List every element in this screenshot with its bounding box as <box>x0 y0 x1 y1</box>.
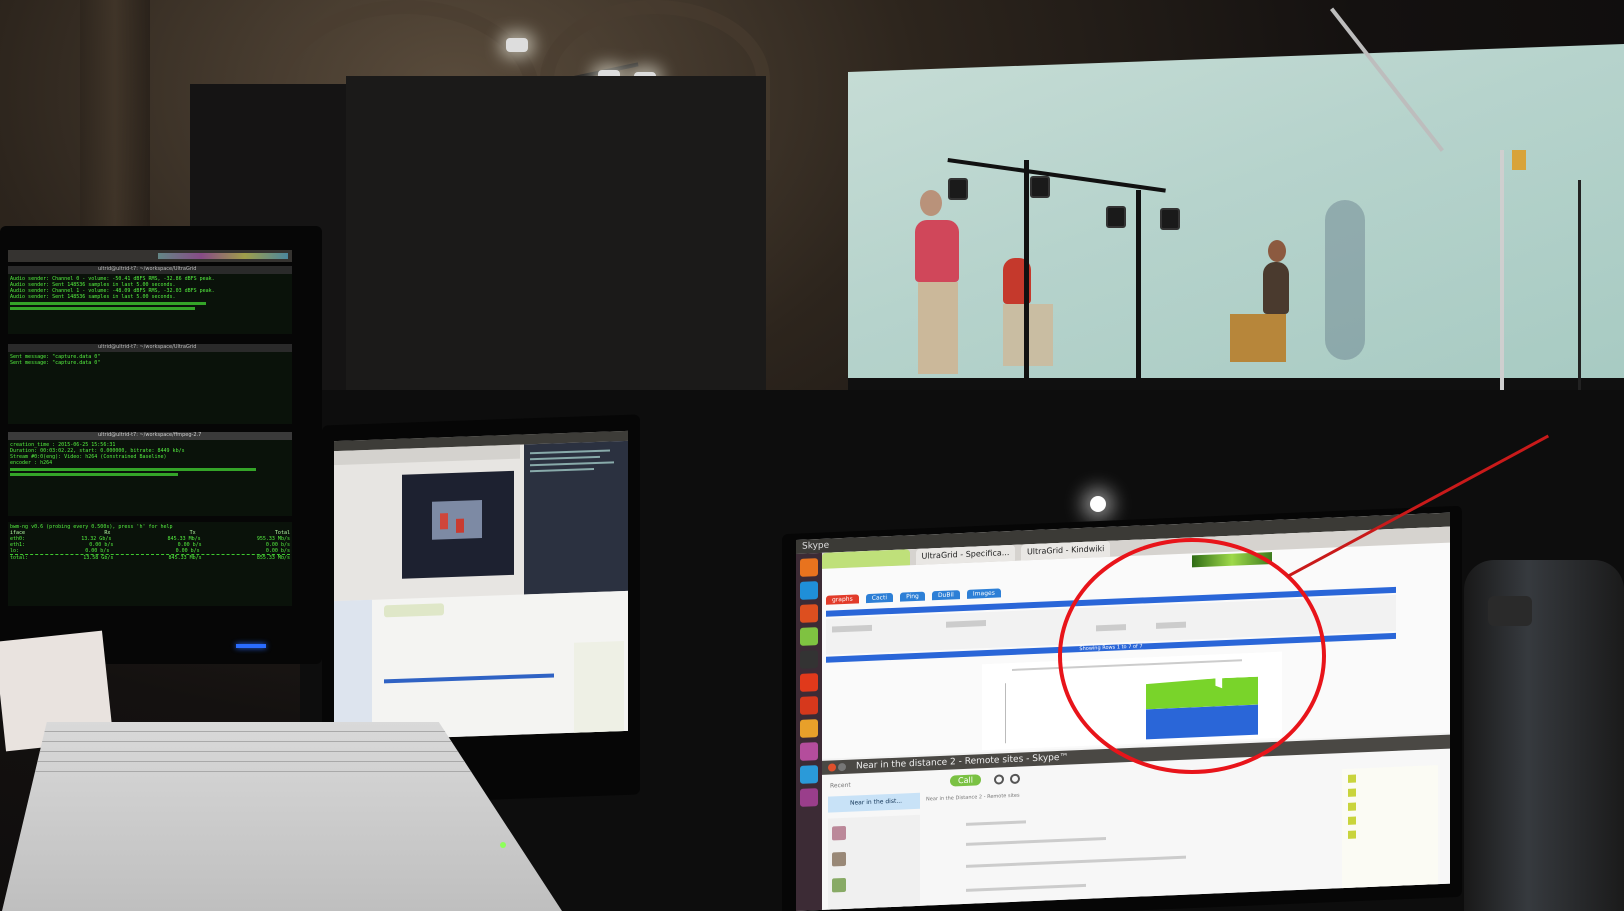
page-tab-dubil[interactable]: DuBil <box>931 590 960 601</box>
bottle-cap <box>1488 596 1532 626</box>
panel-app-name: Skype <box>802 540 830 552</box>
log-line <box>10 473 178 476</box>
selected-mail-row[interactable] <box>384 673 554 684</box>
graph-y-axis <box>982 683 1006 745</box>
settings-icon[interactable] <box>800 765 818 784</box>
workspaces-icon[interactable] <box>800 788 818 807</box>
video-preview[interactable] <box>402 470 514 579</box>
bwm-cell: lo: <box>10 548 20 554</box>
bwm-cell: 0.00 b/s <box>85 548 110 554</box>
log-panel[interactable] <box>524 440 628 595</box>
bwm-cell: 0.00 b/s <box>175 548 200 554</box>
recent-label: Recent <box>830 781 851 790</box>
files-icon[interactable] <box>800 604 818 623</box>
video-call-icon[interactable] <box>994 774 1004 785</box>
add-contact-icon[interactable] <box>1010 773 1020 785</box>
highlight-ring <box>1058 538 1326 774</box>
log-line: Audio sender: Sent 148536 samples in las… <box>10 294 176 300</box>
stage-spotlight <box>506 38 528 52</box>
avatar <box>832 877 846 893</box>
page-tab-graphs[interactable]: graphs <box>826 594 859 605</box>
tripod <box>1578 180 1581 410</box>
dancer-legs <box>918 282 958 374</box>
light-stand <box>1024 160 1029 380</box>
page-tab-images[interactable]: Images <box>966 588 1001 599</box>
black-flat <box>346 76 766 416</box>
mail-sidebar[interactable] <box>574 641 624 733</box>
bwm-row-total: total: 13.58 Gb/s 845.33 Mb/s 855.33 Mb/… <box>10 554 290 561</box>
laptop-screen <box>334 430 628 742</box>
panel-indicators <box>158 253 288 259</box>
browser-tab-graphs[interactable] <box>822 549 910 569</box>
ubuntu-panel <box>8 250 292 262</box>
log-line <box>10 307 195 310</box>
conversation-item-active[interactable]: Near in the dist... <box>828 792 920 813</box>
terminal-ffmpeg[interactable]: creation_time : 2015-06-25 15:56:31 Dura… <box>8 440 292 516</box>
dancer <box>1263 262 1289 314</box>
stage-light <box>1106 206 1126 228</box>
terminal-icon[interactable] <box>800 650 818 669</box>
contact-list[interactable] <box>828 814 920 911</box>
acrobat-icon[interactable] <box>800 696 818 715</box>
terminal-titlebar: ultrid@ultrid-t7: ~/workspace/UltraGrid <box>8 266 292 274</box>
bwm-cell: 845.33 Mb/s <box>168 555 202 561</box>
bwm-cell: 855.33 Mb/s <box>256 555 290 561</box>
terminal-title: ultrid@ultrid-t7: ~/workspace/ffmpeg-2.7 <box>98 432 202 438</box>
webcam-light <box>1090 496 1106 512</box>
participants-panel[interactable] <box>1342 765 1438 898</box>
filter-field[interactable] <box>946 620 986 628</box>
bwm-cell: 13.58 Gb/s <box>83 555 114 561</box>
media-icon[interactable] <box>800 742 818 761</box>
mic-clamp <box>1512 150 1526 170</box>
terminal-titlebar: ultrid@ultrid-t7: ~/workspace/UltraGrid <box>8 344 292 352</box>
terminal-audio-log[interactable]: Audio sender: Channel 0 - volume: -50.41… <box>8 274 292 334</box>
browser-tab[interactable]: UltraGrid - Specifica... <box>915 544 1016 565</box>
stage-light <box>1160 208 1180 230</box>
video-figure <box>456 518 464 533</box>
terminal-title: ultrid@ultrid-t7: ~/workspace/UltraGrid <box>98 344 197 350</box>
terminal-bandwidth-monitor[interactable]: bwm-ng v0.6 (probing every 0.500s), pres… <box>8 522 292 606</box>
dancer-head <box>1268 240 1286 262</box>
video-figure <box>440 513 448 530</box>
stage-light <box>1030 176 1050 198</box>
terminal-control[interactable]: Sent message: "capture.data 0" Sent mess… <box>8 352 292 424</box>
terminal-titlebar: ultrid@ultrid-t7: ~/workspace/ffmpeg-2.7 <box>8 432 292 440</box>
spreadsheet-icon[interactable] <box>800 627 818 646</box>
log-line <box>10 468 257 471</box>
bwm-cell: total: <box>10 555 29 561</box>
left-monitor: ultrid@ultrid-t7: ~/workspace/UltraGrid … <box>0 226 322 664</box>
avatar <box>832 825 846 841</box>
dancer-head <box>920 190 942 216</box>
avatar <box>832 851 846 867</box>
mail-folders[interactable] <box>334 599 372 742</box>
log-line <box>10 302 206 305</box>
power-led <box>236 644 266 648</box>
stage-light <box>948 178 968 200</box>
text-editor-icon[interactable] <box>800 719 818 738</box>
ubuntu-launcher[interactable] <box>796 552 822 911</box>
dancer-legs <box>1230 314 1286 362</box>
call-button[interactable]: Call <box>950 774 981 787</box>
page-tab-ping[interactable]: Ping <box>900 591 925 602</box>
pdf-reader-icon[interactable] <box>800 673 818 692</box>
filter-field[interactable] <box>832 624 872 633</box>
page-tab-cacti[interactable]: Cacti <box>865 592 893 604</box>
mail-toolbar-button[interactable] <box>384 603 444 618</box>
log-line: encoder : h264 <box>10 460 53 466</box>
browser-tab[interactable]: UltraGrid - Kindwiki <box>1020 540 1111 561</box>
bwm-cell: 0.00 b/s <box>265 548 290 554</box>
conversation-header: Near in the Distance 2 - Remote sites <box>926 792 1020 803</box>
terminal-title: ultrid@ultrid-t7: ~/workspace/UltraGrid <box>98 266 197 272</box>
status-led <box>500 842 506 848</box>
light-stand <box>1136 190 1141 380</box>
email-client[interactable] <box>334 590 628 742</box>
dancer <box>915 220 959 282</box>
skype-icon[interactable] <box>800 581 818 600</box>
firefox-icon[interactable] <box>800 558 818 577</box>
ghost-dancer-projection <box>1325 200 1365 360</box>
log-line: Sent message: "capture.data 0" <box>10 360 101 366</box>
